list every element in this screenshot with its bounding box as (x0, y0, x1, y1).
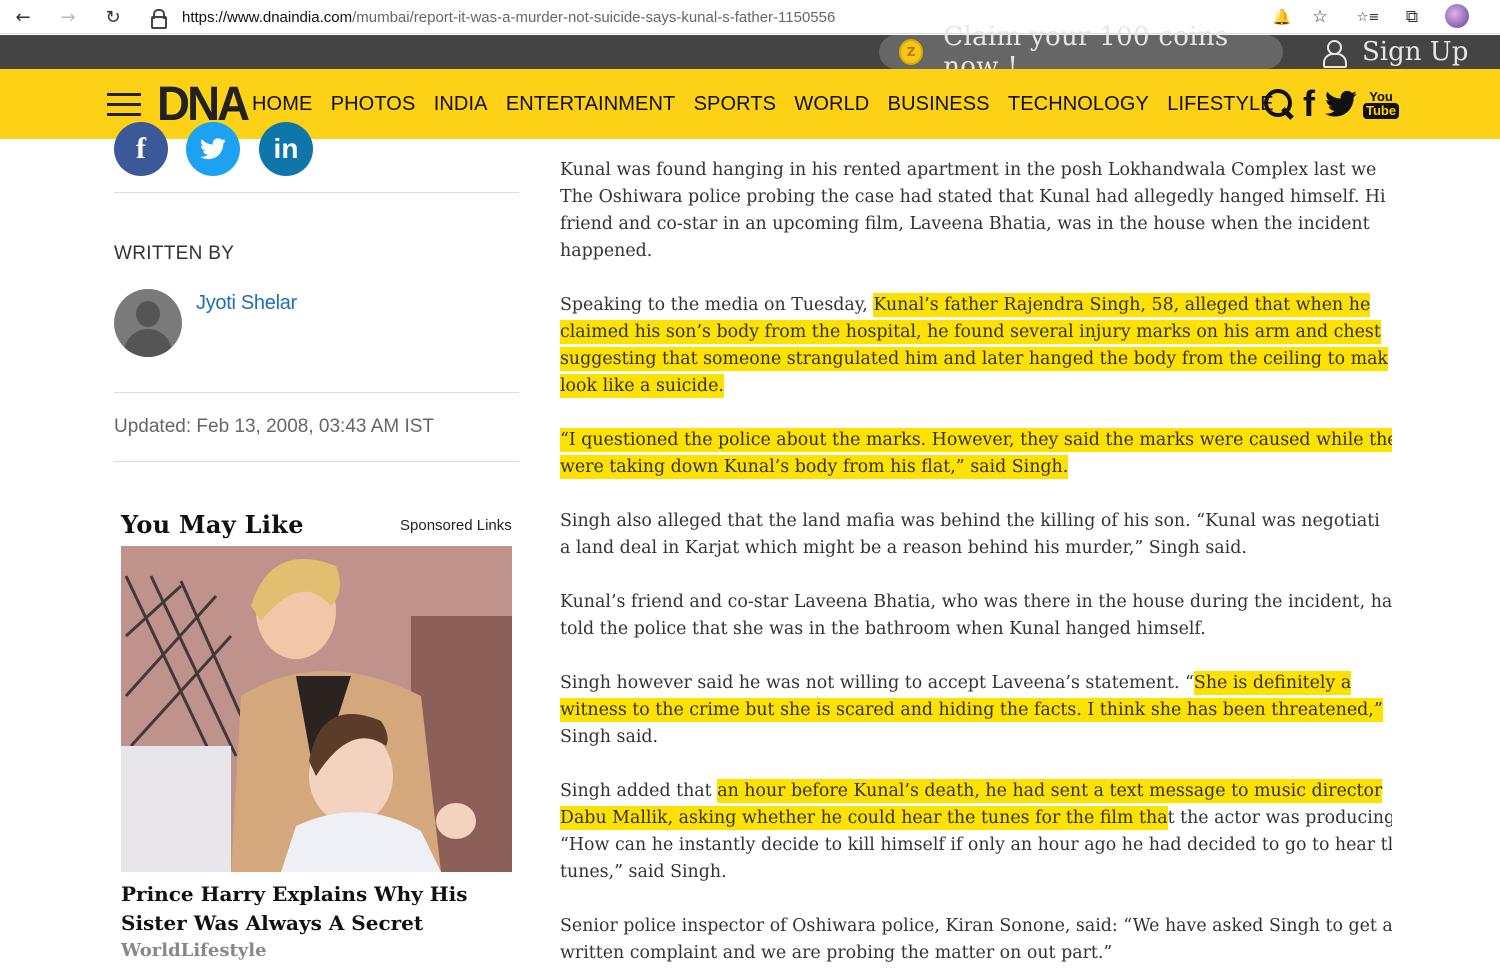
back-icon[interactable]: ← (10, 4, 36, 30)
article-line: look like a suicide. (560, 373, 1392, 400)
lock-icon (150, 9, 167, 29)
article-line: Speaking to the media on Tuesday, Kunal’… (560, 292, 1392, 319)
article-line: friend and co-star in an upcoming film, … (560, 214, 1370, 234)
article-text: Singh however said he was not willing to… (560, 673, 1194, 693)
share-linkedin-button[interactable]: in (259, 122, 313, 176)
nav-item-sports[interactable]: SPORTS (694, 93, 776, 116)
highlighted-text: She is definitely a (1193, 671, 1352, 695)
profile-avatar[interactable] (1445, 4, 1469, 28)
collections-icon[interactable]: ⧉ (1400, 5, 1424, 29)
article-line: suggesting that someone strangulated him… (560, 346, 1392, 373)
article-paragraph: Singh added that an hour before Kunal’s … (560, 778, 1392, 886)
highlighted-text: “I questioned the police about the marks… (560, 428, 1392, 452)
article-body: Kunal was found hanging in his rented ap… (560, 157, 1392, 975)
search-icon[interactable] (1263, 88, 1295, 120)
site-logo[interactable]: DNA (157, 81, 250, 129)
nav-item-home[interactable]: HOME (252, 93, 312, 116)
article-line: claimed his son’s body from the hospital… (560, 319, 1392, 346)
article-line: “I questioned the police about the marks… (560, 427, 1392, 454)
article-paragraph: Speaking to the media on Tuesday, Kunal’… (560, 292, 1392, 400)
forward-icon[interactable]: → (55, 4, 81, 30)
author-avatar[interactable] (114, 289, 182, 357)
highlighted-text: Dabu Mallik, asking whether he could hea… (560, 806, 1168, 830)
article-paragraph: “I questioned the police about the marks… (560, 427, 1392, 481)
url-path: /mumbai/report-it-was-a-murder-not-suici… (352, 8, 836, 26)
facebook-share-icon: f (136, 132, 146, 165)
article-text: t the actor was producing (1167, 808, 1392, 828)
article-line: Singh said. (560, 727, 659, 747)
ad-title-link[interactable]: Prince Harry Explains Why His Sister Was… (121, 880, 512, 938)
ad-source-label: WorldLifestyle (121, 940, 267, 961)
nav-item-entertainment[interactable]: ENTERTAINMENT (506, 93, 675, 116)
highlighted-text: Kunal’s father Rajendra Singh, 58, alleg… (873, 293, 1371, 317)
divider (114, 461, 519, 462)
nav-items: HOME PHOTOS INDIA ENTERTAINMENT SPORTS W… (252, 69, 1292, 139)
article-line: were taking down Kunal’s body from his f… (560, 454, 1392, 481)
youtube-you-text: You (1369, 88, 1393, 104)
article-line: written complaint and we are probing the… (560, 943, 1113, 963)
top-strip: Z Claim your 100 coins now ! Sign Up (0, 22, 1500, 82)
written-by-label: WRITTEN BY (114, 243, 235, 264)
nav-item-lifestyle[interactable]: LIFESTYLE (1167, 93, 1274, 116)
highlighted-text: claimed his son’s body from the hospital… (560, 320, 1381, 344)
twitter-share-icon (200, 138, 226, 160)
article-text: Singh added that (560, 781, 718, 801)
divider (114, 192, 519, 193)
nav-right-icons: f You Tube (1263, 85, 1400, 123)
highlighted-text: look like a suicide. (560, 374, 724, 398)
highlighted-text: witness to the crime but she is scared a… (560, 698, 1383, 722)
highlighted-text: an hour before Kunal’s death, he had sen… (717, 779, 1383, 803)
you-may-like-heading: You May Like (121, 510, 304, 539)
linkedin-share-icon: in (273, 133, 299, 164)
claim-coins-button[interactable]: Z Claim your 100 coins now ! (879, 22, 1283, 82)
sign-up-label: Sign Up (1362, 37, 1469, 67)
article-paragraph: Singh however said he was not willing to… (560, 670, 1392, 751)
favorites-icon[interactable]: ☆≡ (1356, 5, 1380, 29)
article-text: Speaking to the media on Tuesday, (560, 295, 874, 315)
youtube-icon[interactable]: You Tube (1363, 88, 1400, 119)
article-line: Kunal was found hanging in his rented ap… (560, 160, 1377, 180)
user-icon (1322, 39, 1347, 68)
share-facebook-button[interactable]: f (114, 122, 168, 176)
divider (114, 392, 519, 393)
ad-image[interactable] (121, 546, 512, 872)
article-line: Senior police inspector of Oshiwara poli… (560, 916, 1392, 936)
nav-item-india[interactable]: INDIA (434, 93, 488, 116)
article-line: told the police that she was in the bath… (560, 619, 1206, 639)
coin-icon: Z (899, 39, 924, 65)
nav-item-photos[interactable]: PHOTOS (331, 93, 416, 116)
article-line: The Oshiwara police probing the case had… (560, 187, 1386, 207)
highlighted-text: were taking down Kunal’s body from his f… (560, 455, 1069, 479)
author-name-link[interactable]: Jyoti Shelar (196, 292, 297, 315)
article-paragraph: Kunal was found hanging in his rented ap… (560, 157, 1392, 265)
facebook-icon[interactable]: f (1303, 86, 1315, 122)
article-line: witness to the crime but she is scared a… (560, 697, 1392, 724)
share-twitter-button[interactable] (186, 122, 240, 176)
menu-icon[interactable] (107, 93, 141, 117)
updated-timestamp: Updated: Feb 13, 2008, 03:43 AM IST (114, 416, 435, 437)
article-line: happened. (560, 241, 653, 261)
sponsored-links-label[interactable]: Sponsored Links (400, 517, 512, 534)
article-line: Singh also alleged that the land mafia w… (560, 511, 1380, 531)
article-line: “How can he instantly decide to kill him… (560, 835, 1392, 855)
article-line: Singh however said he was not willing to… (560, 670, 1392, 697)
nav-item-world[interactable]: WORLD (794, 93, 869, 116)
article-paragraph: Senior police inspector of Oshiwara poli… (560, 913, 1392, 967)
article-paragraph: Kunal’s friend and co-star Laveena Bhati… (560, 589, 1392, 643)
sign-up-button[interactable]: Sign Up (1322, 35, 1468, 69)
article-line: a land deal in Karjat which might be a r… (560, 538, 1247, 558)
url-host: https://www.dnaindia.com (182, 8, 353, 26)
article-line: Kunal’s friend and co-star Laveena Bhati… (560, 592, 1392, 612)
twitter-icon[interactable] (1325, 90, 1357, 118)
article-paragraph: Singh also alleged that the land mafia w… (560, 508, 1392, 562)
article-line: Singh added that an hour before Kunal’s … (560, 778, 1392, 805)
youtube-tube-text: Tube (1363, 102, 1400, 119)
highlighted-text: suggesting that someone strangulated him… (560, 347, 1388, 371)
favorite-star-icon[interactable]: ☆ (1308, 5, 1332, 29)
nav-item-technology[interactable]: TECHNOLOGY (1008, 93, 1149, 116)
article-line: tunes,” said Singh. (560, 862, 727, 882)
article-line: Dabu Mallik, asking whether he could hea… (560, 805, 1392, 832)
nav-item-business[interactable]: BUSINESS (888, 93, 990, 116)
reload-icon[interactable]: ↻ (100, 4, 126, 30)
